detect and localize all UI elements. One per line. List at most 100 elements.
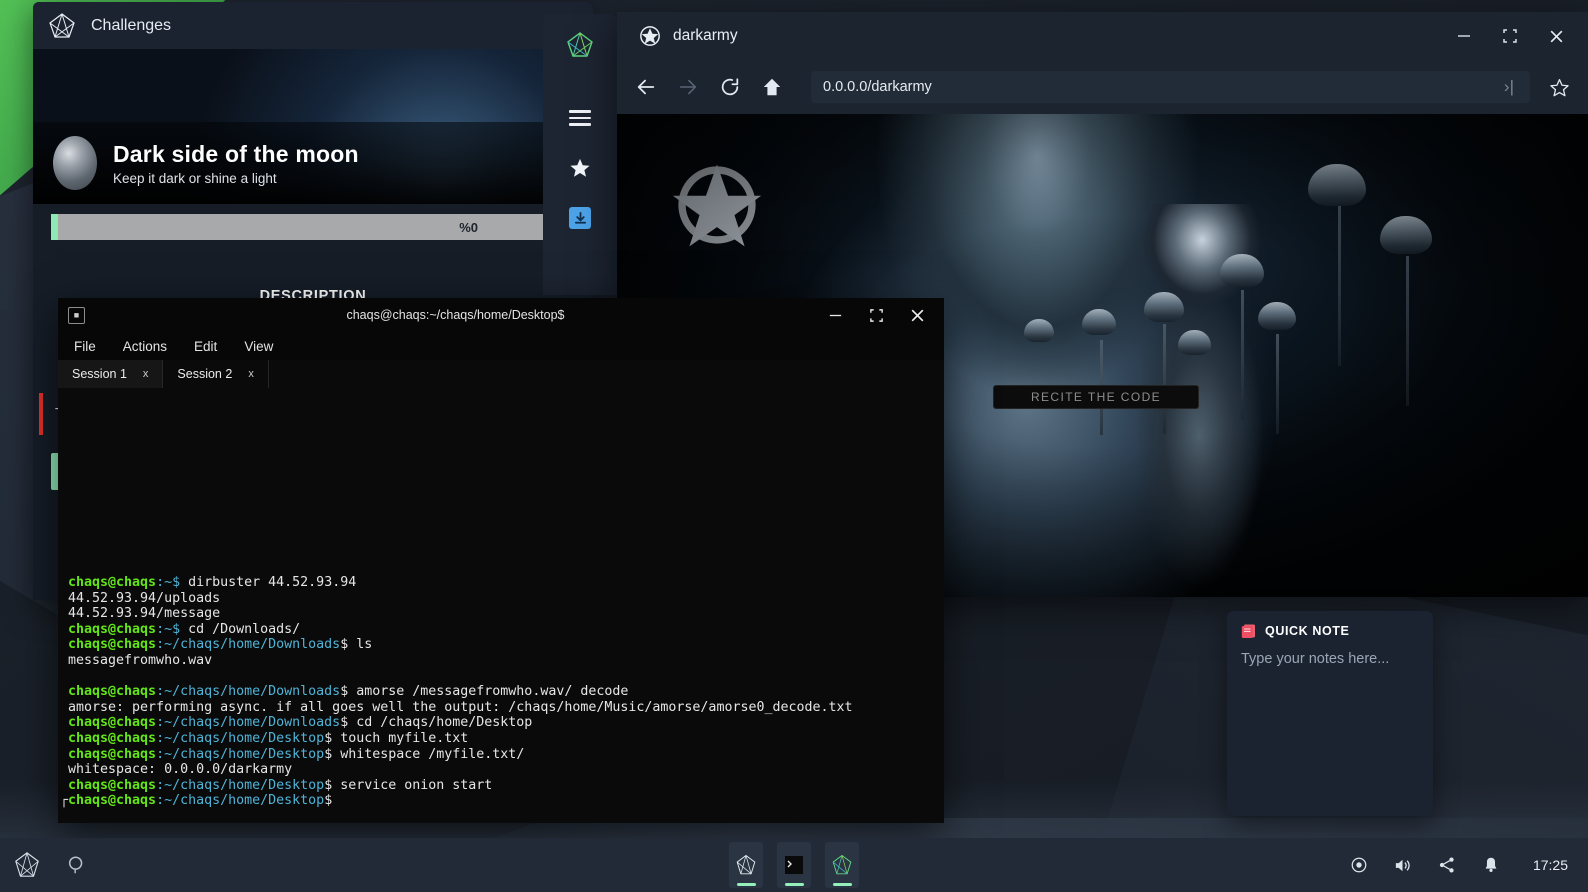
task-challenges-app[interactable] — [729, 842, 763, 888]
terminal-output-line: 44.52.93.94/message — [68, 606, 934, 622]
menu-view[interactable]: View — [244, 339, 273, 354]
terminal-output-line: amorse: performing async. if all goes we… — [68, 700, 934, 716]
back-icon[interactable] — [633, 74, 659, 100]
terminal-user: chaqs@chaqs — [68, 622, 156, 637]
bell-icon[interactable] — [1481, 855, 1501, 875]
share-icon[interactable] — [1437, 855, 1457, 875]
terminal-output-area[interactable]: chaqs@chaqs:~$ dirbuster 44.52.93.9444.5… — [58, 388, 944, 823]
terminal-user: chaqs@chaqs — [68, 715, 156, 730]
launcher-favorites-button[interactable] — [558, 146, 602, 190]
terminal-user: chaqs@chaqs — [68, 731, 156, 746]
tab-close-icon[interactable]: x — [143, 368, 149, 380]
terminal-line: chaqs@chaqs:~/chaqs/home/Desktop$ servic… — [68, 778, 934, 794]
challenge-avatar — [53, 136, 97, 190]
star-favicon-icon — [639, 25, 661, 47]
menu-actions[interactable]: Actions — [123, 339, 167, 354]
tab-label: Session 2 — [177, 367, 232, 381]
terminal-path: :~$ — [156, 622, 180, 637]
crowd-soldiers-image — [988, 144, 1588, 597]
record-icon[interactable] — [1349, 855, 1369, 875]
hamburger-icon — [569, 106, 591, 130]
terminal-path: :~$ — [156, 575, 180, 590]
browser-tab-title: darkarmy — [673, 27, 1454, 45]
task-active-indicator — [785, 883, 804, 886]
browser-toolbar: 0.0.0.0/darkarmy ›| — [617, 60, 1588, 114]
terminal-line: chaqs@chaqs:~$ cd /Downloads/ — [68, 622, 934, 638]
tab-label: Session 1 — [72, 367, 127, 381]
progress-section: %0 — [33, 204, 593, 240]
terminal-user: chaqs@chaqs — [68, 778, 156, 793]
menu-edit[interactable]: Edit — [194, 339, 217, 354]
task-browser-app[interactable] — [825, 842, 859, 888]
minimize-icon[interactable] — [1454, 26, 1474, 46]
terminal-tab-session-1[interactable]: Session 1 x — [58, 360, 163, 388]
terminal-output-line: messagefromwho.wav — [68, 653, 934, 669]
taskbar: 17:25 — [0, 838, 1588, 892]
terminal-command: dirbuster 44.52.93.94 — [180, 575, 356, 590]
terminal-output-line: whitespace: 0.0.0.0/darkarmy — [68, 762, 934, 778]
challenge-subtitle: Keep it dark or shine a light — [113, 171, 359, 186]
terminal-menubar: File Actions Edit View — [58, 332, 944, 360]
challenges-title: Challenges — [91, 17, 171, 35]
url-text[interactable]: 0.0.0.0/darkarmy — [823, 79, 1504, 95]
browser-window-controls — [1454, 26, 1576, 46]
terminal-command: $ ls — [340, 637, 372, 652]
challenge-hero-banner: Dark side of the moon Keep it dark or sh… — [33, 49, 593, 204]
star-icon — [569, 157, 591, 179]
terminal-user: chaqs@chaqs — [68, 793, 156, 808]
bookmark-star-icon[interactable] — [1546, 77, 1572, 98]
screen: my Challenges Dark side of the moon — [0, 0, 1588, 892]
terminal-line: chaqs@chaqs:~/chaqs/home/Desktop$ whites… — [68, 747, 934, 763]
quick-note-textarea[interactable]: Type your notes here... — [1241, 651, 1419, 667]
terminal-tab-session-2[interactable]: Session 2 x — [163, 360, 268, 388]
go-icon[interactable]: ›| — [1504, 77, 1518, 97]
search-icon[interactable] — [60, 848, 94, 882]
pentagon-logo-icon — [47, 11, 77, 41]
speaker-icon[interactable] — [1393, 855, 1413, 875]
terminal-output-line: 44.52.93.94/uploads — [68, 591, 934, 607]
terminal-line: chaqs@chaqs:~/chaqs/home/Downloads$ ls — [68, 637, 934, 653]
terminal-window-controls — [826, 306, 934, 324]
terminal-output-line — [68, 669, 934, 685]
close-icon[interactable] — [1546, 26, 1566, 46]
taskbar-tray: 17:25 — [1349, 855, 1588, 875]
launcher-menu-button[interactable] — [558, 96, 602, 140]
home-icon[interactable] — [759, 74, 785, 100]
challenges-titlebar: Challenges — [33, 2, 593, 49]
maximize-icon[interactable] — [1500, 26, 1520, 46]
task-active-indicator — [833, 883, 852, 886]
quick-note-header: QUICK NOTE — [1241, 623, 1419, 639]
terminal-command: $ whitespace /myfile.txt/ — [324, 747, 524, 762]
terminal-minimize-icon[interactable] — [826, 306, 844, 324]
terminal-path: :~/chaqs/home/Desktop — [156, 778, 324, 793]
terminal-titlebar: ■ chaqs@chaqs:~/chaqs/home/Desktop$ — [58, 298, 944, 332]
menu-file[interactable]: File — [74, 339, 96, 354]
reload-icon[interactable] — [717, 74, 743, 100]
terminal-close-icon[interactable] — [908, 306, 926, 324]
terminal-command: cd /Downloads/ — [180, 622, 300, 637]
launcher-downloads-button[interactable] — [558, 196, 602, 240]
terminal-command: $ service onion start — [324, 778, 492, 793]
terminal-command: $ — [324, 793, 332, 808]
tab-close-icon[interactable]: x — [248, 368, 254, 380]
terminal-path: :~/chaqs/home/Desktop — [156, 731, 324, 746]
quick-note-widget[interactable]: QUICK NOTE Type your notes here... — [1227, 611, 1433, 816]
terminal-command: $ touch myfile.txt — [324, 731, 468, 746]
launcher-pentagon-logo-icon[interactable] — [565, 30, 595, 60]
forward-icon[interactable] — [675, 74, 701, 100]
recite-code-input[interactable]: RECITE THE CODE — [993, 385, 1199, 409]
terminal-icon: ■ — [68, 307, 85, 324]
terminal-maximize-icon[interactable] — [867, 306, 885, 324]
task-terminal-app[interactable] — [777, 842, 811, 888]
pentagon-start-icon[interactable] — [10, 848, 44, 882]
terminal-path: :~/chaqs/home/Downloads — [156, 637, 340, 652]
launcher-panel[interactable] — [543, 14, 617, 295]
terminal-line: chaqs@chaqs:~/chaqs/home/Downloads$ cd /… — [68, 715, 934, 731]
terminal-window[interactable]: ■ chaqs@chaqs:~/chaqs/home/Desktop$ — [58, 298, 944, 823]
terminal-command: $ amorse /messagefromwho.wav/ decode — [340, 684, 628, 699]
browser-titlebar: darkarmy — [617, 12, 1588, 60]
terminal-scrollback: chaqs@chaqs:~$ dirbuster 44.52.93.9444.5… — [68, 575, 934, 809]
terminal-line: chaqs@chaqs:~/chaqs/home/Desktop$ touch … — [68, 731, 934, 747]
terminal-user: chaqs@chaqs — [68, 747, 156, 762]
address-bar[interactable]: 0.0.0.0/darkarmy ›| — [811, 71, 1530, 103]
